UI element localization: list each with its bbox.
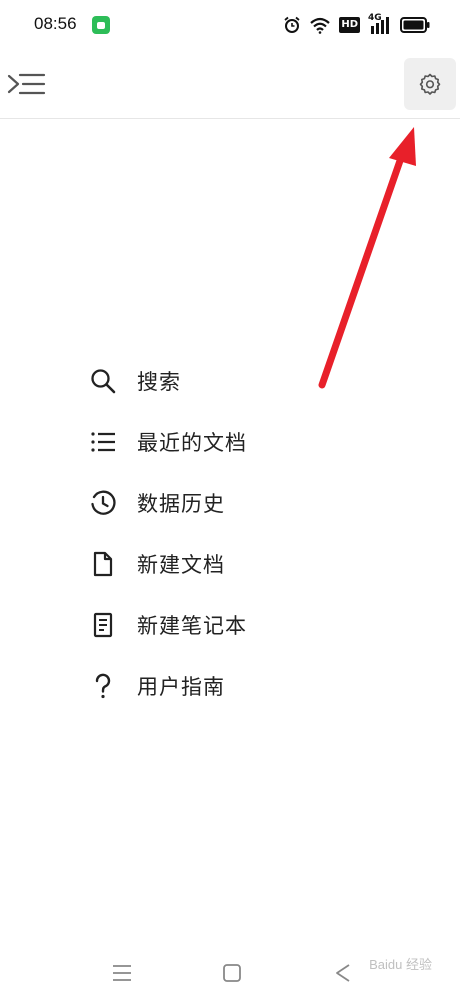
gear-icon — [419, 73, 441, 95]
back-icon — [336, 964, 350, 982]
sidebar-collapse-button[interactable] — [6, 68, 48, 100]
menu-item-recent-documents[interactable]: 最近的文档 — [88, 411, 388, 472]
sidebar-collapse-icon — [7, 73, 46, 95]
main-menu: 搜索 最近的文档 数据历史 新建文档 新建笔记本 用户指南 — [88, 350, 388, 716]
menu-item-label: 最近的文档 — [137, 430, 247, 455]
recent-apps-button[interactable] — [107, 958, 137, 988]
settings-button[interactable] — [404, 58, 456, 110]
menu-item-label: 数据历史 — [137, 491, 225, 516]
menu-item-new-document[interactable]: 新建文档 — [88, 533, 388, 594]
menu-item-data-history[interactable]: 数据历史 — [88, 472, 388, 533]
menu-item-label: 用户指南 — [137, 674, 225, 699]
hd-icon: HD — [339, 17, 360, 33]
menu-item-label: 搜索 — [137, 369, 181, 394]
wifi-icon — [310, 17, 331, 34]
app-bar — [0, 52, 460, 119]
recent-apps-icon — [113, 965, 131, 981]
menu-item-label: 新建笔记本 — [137, 613, 247, 638]
battery-icon — [400, 17, 430, 33]
back-button[interactable] — [328, 958, 358, 988]
home-icon — [223, 964, 241, 982]
status-bar: 08:56 HD 4G — [0, 0, 460, 52]
watermark: Baidu 经验 — [369, 957, 432, 972]
app-notification-icon — [92, 16, 110, 34]
question-icon — [88, 671, 118, 701]
list-icon — [88, 427, 118, 457]
status-time: 08:56 — [34, 14, 77, 33]
document-icon — [88, 549, 118, 579]
alarm-icon — [284, 16, 300, 33]
menu-item-new-notebook[interactable]: 新建笔记本 — [88, 594, 388, 655]
menu-item-label: 新建文档 — [137, 552, 225, 577]
menu-item-user-guide[interactable]: 用户指南 — [88, 655, 388, 716]
search-icon — [88, 366, 118, 396]
menu-item-search[interactable]: 搜索 — [88, 350, 388, 411]
home-button[interactable] — [217, 958, 247, 988]
notebook-icon — [88, 610, 118, 640]
history-clock-icon — [88, 488, 118, 518]
signal-icon: 4G — [368, 13, 392, 34]
status-icons: HD 4G — [283, 13, 430, 36]
